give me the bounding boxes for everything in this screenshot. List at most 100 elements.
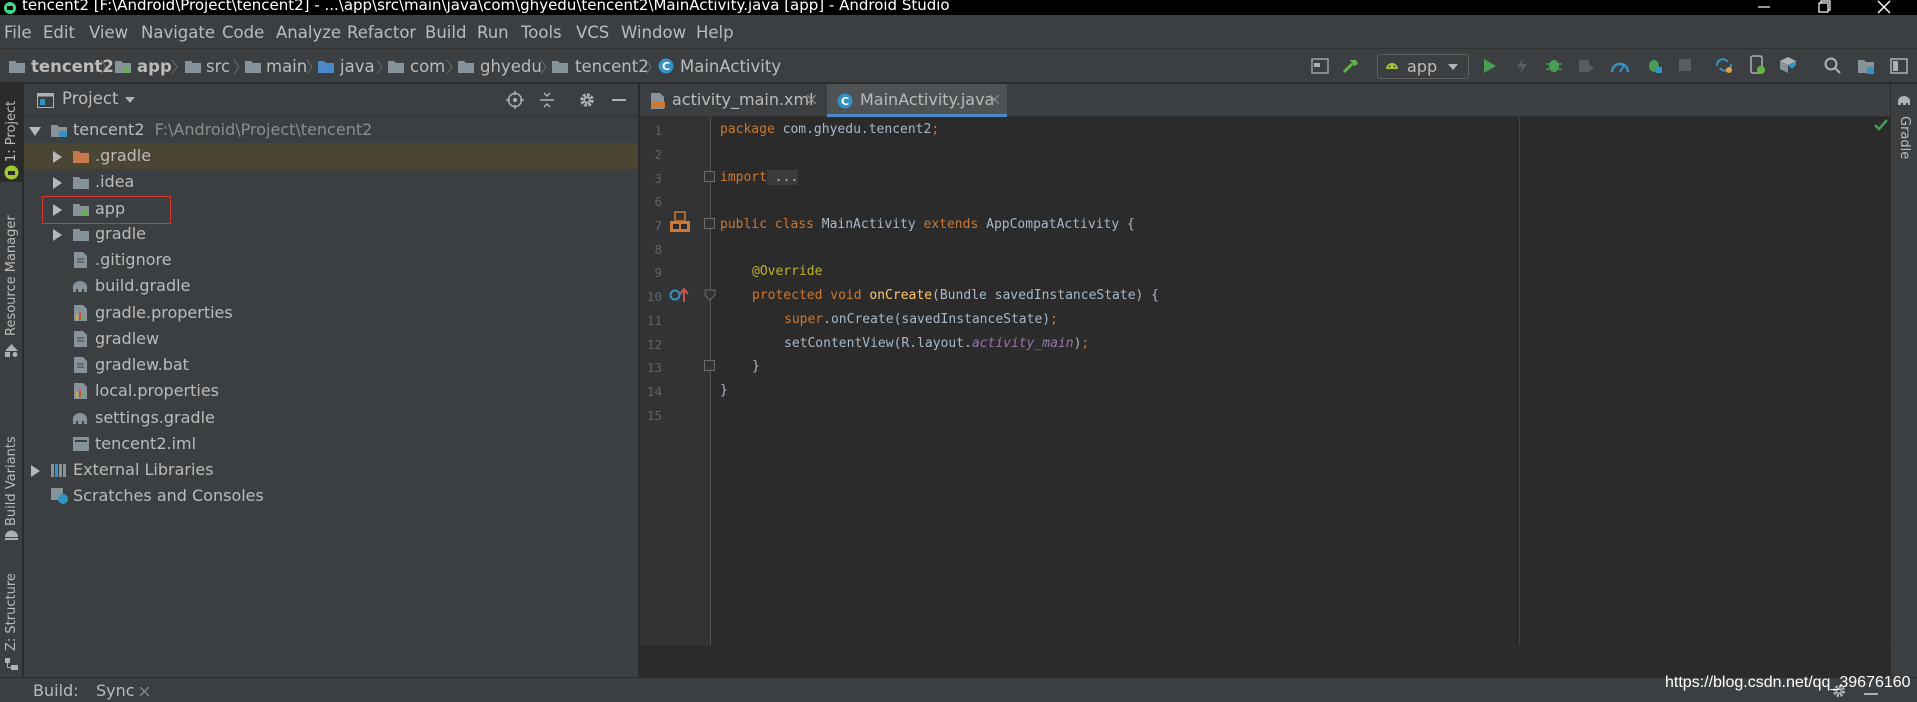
override-method-icon[interactable] — [669, 287, 691, 303]
tree-item-gitignore[interactable]: .gitignore — [24, 247, 638, 273]
activity-gutter-icon[interactable] — [669, 211, 691, 233]
tool-window-gradle-button[interactable]: Gradle — [1891, 84, 1917, 164]
expand-arrow-icon[interactable] — [31, 465, 40, 477]
tab-mainactivity-java[interactable]: C MainActivity.java — [827, 84, 1007, 117]
tab-activity-main-xml[interactable]: activity_main.xml — [640, 84, 824, 117]
project-view-title[interactable]: Project — [62, 89, 118, 108]
breadcrumb-tencent2-pkg[interactable]: tencent2 — [575, 57, 649, 76]
tree-item-dot-gradle[interactable]: .gradle — [24, 143, 638, 169]
locate-target-icon[interactable] — [506, 91, 524, 109]
close-tab-icon[interactable] — [807, 95, 816, 104]
left-tool-strip: 1: Project Resource Manager Build Varian… — [0, 84, 23, 677]
fold-marker-icon[interactable] — [704, 171, 715, 182]
expand-arrow-icon[interactable] — [53, 229, 62, 241]
menu-run[interactable]: Run — [477, 23, 509, 42]
tree-item-settings-gradle[interactable]: settings.gradle — [24, 405, 638, 431]
stop-icon[interactable] — [1678, 58, 1692, 72]
text-file-icon — [74, 252, 87, 268]
expand-arrow-icon[interactable] — [29, 127, 41, 136]
run-with-coverage-icon[interactable] — [1577, 57, 1595, 75]
tool-window-build-variants-button[interactable]: Build Variants — [0, 429, 23, 544]
breadcrumb-ghyedu[interactable]: ghyedu — [480, 57, 542, 76]
close-window-icon[interactable] — [1855, 0, 1915, 15]
tab-sync[interactable]: Sync — [89, 678, 156, 702]
fold-marker-icon[interactable] — [704, 289, 716, 301]
close-tab-icon[interactable] — [140, 687, 149, 696]
breadcrumb-java[interactable]: java — [340, 57, 375, 76]
android-project-icon — [4, 165, 19, 180]
tool-window-resource-manager-button[interactable]: Resource Manager — [0, 215, 23, 359]
folded-imports[interactable]: ... — [766, 170, 799, 185]
tree-item-scratches[interactable]: Scratches and Consoles — [24, 483, 638, 509]
sync-gradle-icon[interactable] — [1714, 56, 1734, 74]
menu-file[interactable]: File — [4, 23, 32, 42]
debug-icon[interactable] — [1545, 56, 1563, 74]
search-icon[interactable] — [1824, 57, 1842, 75]
menu-tools[interactable]: Tools — [521, 23, 562, 42]
tool-window-build-variants-label: Build Variants — [4, 436, 19, 526]
chevron-down-icon[interactable] — [125, 97, 135, 103]
tree-item-local-properties[interactable]: local.properties — [24, 378, 638, 404]
expand-arrow-icon[interactable] — [53, 151, 62, 163]
project-structure-icon[interactable] — [1857, 57, 1875, 75]
fold-marker-icon[interactable] — [704, 218, 715, 229]
menu-analyze[interactable]: Analyze — [276, 23, 341, 42]
menu-build[interactable]: Build — [425, 23, 466, 42]
tree-item-tencent2-iml[interactable]: tencent2.iml — [24, 431, 638, 457]
expand-arrow-icon[interactable] — [53, 177, 62, 189]
tree-item-root[interactable]: tencent2 F:\Android\Project\tencent2 — [24, 117, 638, 143]
run-icon[interactable] — [1482, 57, 1498, 75]
menu-refactor[interactable]: Refactor — [347, 23, 416, 42]
menu-window[interactable]: Window — [621, 23, 686, 42]
tree-item-label: gradle — [95, 224, 146, 243]
make-project-hammer-icon[interactable] — [1342, 57, 1360, 75]
no-problems-check-icon[interactable] — [1874, 119, 1888, 131]
hide-panel-icon[interactable] — [1864, 693, 1878, 696]
sdk-manager-icon[interactable] — [1779, 56, 1799, 74]
close-tab-icon[interactable] — [990, 95, 999, 104]
tree-item-label: local.properties — [95, 381, 220, 400]
apply-changes-icon[interactable] — [1515, 57, 1529, 75]
attach-debugger-icon[interactable] — [1645, 56, 1663, 74]
tree-item-label: settings.gradle — [95, 408, 215, 427]
run-configuration-select[interactable]: app — [1377, 54, 1469, 79]
menu-vcs[interactable]: VCS — [576, 23, 609, 42]
breadcrumb-src[interactable]: src — [206, 57, 230, 76]
minimize-icon[interactable] — [1735, 0, 1795, 15]
tool-window-structure-button[interactable]: Z: Structure — [0, 573, 23, 674]
tree-item-gradlew[interactable]: gradlew — [24, 326, 638, 352]
navigation-bar: tencent2 app src main java com ghyedu te… — [0, 48, 1917, 83]
breadcrumb-main[interactable]: main — [266, 57, 307, 76]
layout-inspector-icon[interactable] — [1890, 58, 1908, 74]
line-number: 12 — [646, 337, 662, 352]
tree-item-label: Scratches and Consoles — [73, 486, 264, 505]
profile-icon[interactable] — [1610, 57, 1630, 75]
tree-item-app[interactable]: app — [24, 196, 638, 224]
gear-icon[interactable] — [578, 91, 596, 109]
breadcrumb-app[interactable]: app — [137, 57, 172, 76]
collapse-all-icon[interactable] — [539, 92, 555, 108]
tree-item-build-gradle[interactable]: build.gradle — [24, 273, 638, 299]
menu-help[interactable]: Help — [696, 23, 734, 42]
tool-window-project-button[interactable]: 1: Project — [0, 84, 23, 182]
menu-navigate[interactable]: Navigate — [141, 23, 215, 42]
code-editor[interactable] — [711, 117, 1890, 645]
breadcrumb-com[interactable]: com — [410, 57, 445, 76]
open-terminal-icon[interactable] — [1311, 58, 1329, 74]
avd-manager-icon[interactable] — [1748, 55, 1766, 75]
tree-item-gradlew-bat[interactable]: gradlew.bat — [24, 352, 638, 378]
menu-edit[interactable]: Edit — [43, 23, 75, 42]
restore-icon[interactable] — [1795, 0, 1855, 15]
tree-item-external-libraries[interactable]: External Libraries — [24, 457, 638, 483]
breadcrumb-mainactivity[interactable]: MainActivity — [680, 57, 781, 76]
tree-item-gradle-properties[interactable]: gradle.properties — [24, 300, 638, 326]
fold-marker-icon[interactable] — [704, 360, 715, 371]
hide-panel-icon[interactable] — [612, 99, 626, 102]
expand-arrow-icon[interactable] — [53, 204, 62, 216]
tree-item-gradle[interactable]: gradle — [24, 221, 638, 247]
code-token: super — [784, 312, 824, 327]
tree-item-idea[interactable]: .idea — [24, 169, 638, 195]
scratches-icon — [51, 488, 69, 505]
menu-view[interactable]: View — [89, 23, 128, 42]
menu-code[interactable]: Code — [222, 23, 264, 42]
